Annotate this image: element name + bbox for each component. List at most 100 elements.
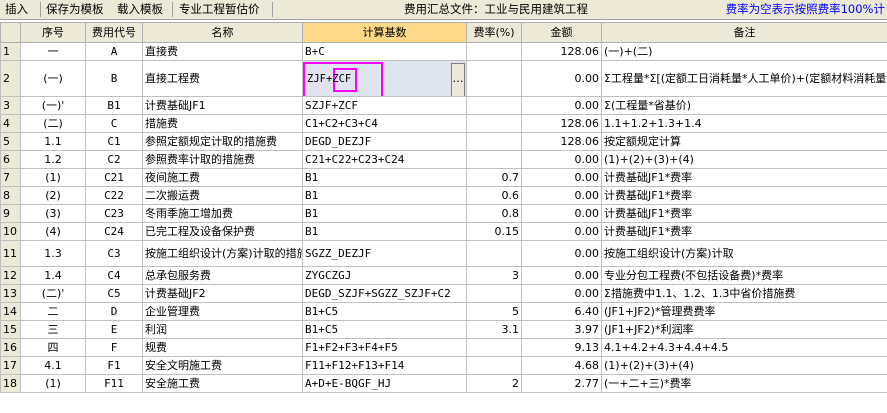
cell-base[interactable]: B1: [302, 204, 467, 223]
cell-code[interactable]: C24: [85, 222, 143, 241]
cell-rate[interactable]: [466, 96, 522, 115]
cell-rate[interactable]: [466, 114, 522, 133]
cell-rate[interactable]: 0.6: [466, 186, 522, 205]
cell-rate[interactable]: 3: [466, 266, 522, 285]
cell-no[interactable]: (二)': [20, 284, 86, 303]
cell-base[interactable]: F11+F12+F13+F14: [302, 356, 467, 375]
cell-name[interactable]: 参照费率计取的措施费: [142, 150, 303, 169]
cell-code[interactable]: F1: [85, 356, 143, 375]
cell-note[interactable]: Σ(工程量*省基价): [601, 96, 887, 115]
table-row[interactable]: 6 1.2 C2 参照费率计取的措施费 C21+C22+C23+C24 0.00…: [0, 150, 887, 169]
cell-rate[interactable]: 0.7: [466, 168, 522, 187]
col-header-note[interactable]: 备注: [601, 22, 887, 43]
cell-name[interactable]: 计费基础JF2: [142, 284, 303, 303]
table-row[interactable]: 16 四 F 规费 F1+F2+F3+F4+F5 9.13 4.1+4.2+4.…: [0, 338, 887, 357]
cell-name[interactable]: 二次搬运费: [142, 186, 303, 205]
cell-note[interactable]: (一)+(二): [601, 42, 887, 61]
cell-rate[interactable]: [466, 132, 522, 151]
table-row[interactable]: 5 1.1 C1 参照定额规定计取的措施费 DEGD_DEZJF 128.06 …: [0, 132, 887, 151]
cell-rate[interactable]: 0.8: [466, 204, 522, 223]
col-header-no[interactable]: 序号: [20, 22, 86, 43]
cell-no[interactable]: (1): [20, 374, 86, 393]
table-row-selected[interactable]: 2 (一) B 直接工程费 ZJF+ZCF … 0.00 Σ工程量*Σ[(定额工…: [0, 60, 887, 97]
cell-rate[interactable]: [466, 150, 522, 169]
cell-note[interactable]: 计费基础JF1*费率: [601, 168, 887, 187]
cell-no[interactable]: 一: [20, 42, 86, 61]
table-row[interactable]: 12 1.4 C4 总承包服务费 ZYGCZGJ 3 0.00 专业分包工程费(…: [0, 266, 887, 285]
cell-base[interactable]: B1: [302, 186, 467, 205]
cell-name[interactable]: 直接工程费: [142, 60, 303, 97]
table-row[interactable]: 17 4.1 F1 安全文明施工费 F11+F12+F13+F14 4.68 (…: [0, 356, 887, 375]
cell-base[interactable]: B+C: [302, 42, 467, 61]
cell-name[interactable]: 直接费: [142, 42, 303, 61]
cell-note[interactable]: 按定额规定计算: [601, 132, 887, 151]
cell-code[interactable]: B1: [85, 96, 143, 115]
row-number[interactable]: 7: [0, 168, 21, 187]
cell-no[interactable]: (1): [20, 168, 86, 187]
cell-name[interactable]: 措施费: [142, 114, 303, 133]
table-row[interactable]: 9 (3) C23 冬雨季施工增加费 B1 0.8 0.00 计费基础JF1*费…: [0, 204, 887, 223]
cell-name[interactable]: 安全施工费: [142, 374, 303, 393]
table-row[interactable]: 7 (1) C21 夜间施工费 B1 0.7 0.00 计费基础JF1*费率: [0, 168, 887, 187]
cell-no[interactable]: (2): [20, 186, 86, 205]
table-row[interactable]: 4 (二) C 措施费 C1+C2+C3+C4 128.06 1.1+1.2+1…: [0, 114, 887, 133]
cell-note[interactable]: (JF1+JF2)*管理费费率: [601, 302, 887, 321]
row-number[interactable]: 10: [0, 222, 21, 241]
cell-note[interactable]: (1)+(2)+(3)+(4): [601, 150, 887, 169]
cell-no[interactable]: (一)': [20, 96, 86, 115]
row-number[interactable]: 5: [0, 132, 21, 151]
cell-base[interactable]: B1+C5: [302, 320, 467, 339]
cell-name[interactable]: 总承包服务费: [142, 266, 303, 285]
cell-rate[interactable]: [466, 240, 522, 267]
cell-no[interactable]: 1.4: [20, 266, 86, 285]
cell-no[interactable]: 1.3: [20, 240, 86, 267]
cell-rate[interactable]: 2: [466, 374, 522, 393]
cell-rate[interactable]: [466, 284, 522, 303]
cell-name[interactable]: 安全文明施工费: [142, 356, 303, 375]
cell-code[interactable]: E: [85, 320, 143, 339]
row-number[interactable]: 15: [0, 320, 21, 339]
cell-code[interactable]: C4: [85, 266, 143, 285]
cell-no[interactable]: (二): [20, 114, 86, 133]
cell-note[interactable]: (一+二+三)*费率: [601, 374, 887, 393]
cell-note[interactable]: 4.1+4.2+4.3+4.4+4.5: [601, 338, 887, 357]
table-row[interactable]: 10 (4) C24 已完工程及设备保护费 B1 0.15 0.00 计费基础J…: [0, 222, 887, 241]
cell-note[interactable]: Σ措施费中1.1、1.2、1.3中省价措施费: [601, 284, 887, 303]
cell-code[interactable]: C21: [85, 168, 143, 187]
row-number[interactable]: 18: [0, 374, 21, 393]
load-template-button[interactable]: 载入模板: [114, 1, 166, 18]
cell-no[interactable]: 1.2: [20, 150, 86, 169]
cell-note[interactable]: 计费基础JF1*费率: [601, 204, 887, 223]
table-row[interactable]: 13 (二)' C5 计费基础JF2 DEGD_SZJF+SGZZ_SZJF+C…: [0, 284, 887, 303]
row-number[interactable]: 2: [0, 60, 21, 97]
cell-code[interactable]: C22: [85, 186, 143, 205]
cell-no[interactable]: 4.1: [20, 356, 86, 375]
cell-base[interactable]: F1+F2+F3+F4+F5: [302, 338, 467, 357]
row-number[interactable]: 6: [0, 150, 21, 169]
cell-name[interactable]: 参照定额规定计取的措施费: [142, 132, 303, 151]
cell-note[interactable]: 计费基础JF1*费率: [601, 222, 887, 241]
cell-base[interactable]: ZYGCZGJ: [302, 266, 467, 285]
col-header-base[interactable]: 计算基数: [302, 22, 467, 43]
cell-base[interactable]: SZJF+ZCF: [302, 96, 467, 115]
cell-code[interactable]: F11: [85, 374, 143, 393]
cell-code[interactable]: B: [85, 60, 143, 97]
row-number[interactable]: 8: [0, 186, 21, 205]
cell-note[interactable]: 计费基础JF1*费率: [601, 186, 887, 205]
cell-name[interactable]: 利润: [142, 320, 303, 339]
save-template-button[interactable]: 保存为模板: [43, 1, 107, 18]
cell-name[interactable]: 规费: [142, 338, 303, 357]
cell-code[interactable]: C1: [85, 132, 143, 151]
table-row[interactable]: 14 二 D 企业管理费 B1+C5 5 6.40 (JF1+JF2)*管理费费…: [0, 302, 887, 321]
cell-base[interactable]: A+D+E-BQGF_HJ: [302, 374, 467, 393]
cell-code[interactable]: D: [85, 302, 143, 321]
row-number[interactable]: 9: [0, 204, 21, 223]
cell-name[interactable]: 按施工组织设计(方案)计取的措施费: [142, 240, 303, 267]
col-header-code[interactable]: 费用代号: [85, 22, 143, 43]
cell-base[interactable]: DEGD_SZJF+SGZZ_SZJF+C2: [302, 284, 467, 303]
cell-rate[interactable]: [466, 338, 522, 357]
row-number[interactable]: 16: [0, 338, 21, 357]
cell-code[interactable]: A: [85, 42, 143, 61]
cell-no[interactable]: 二: [20, 302, 86, 321]
cell-rate[interactable]: 5: [466, 302, 522, 321]
